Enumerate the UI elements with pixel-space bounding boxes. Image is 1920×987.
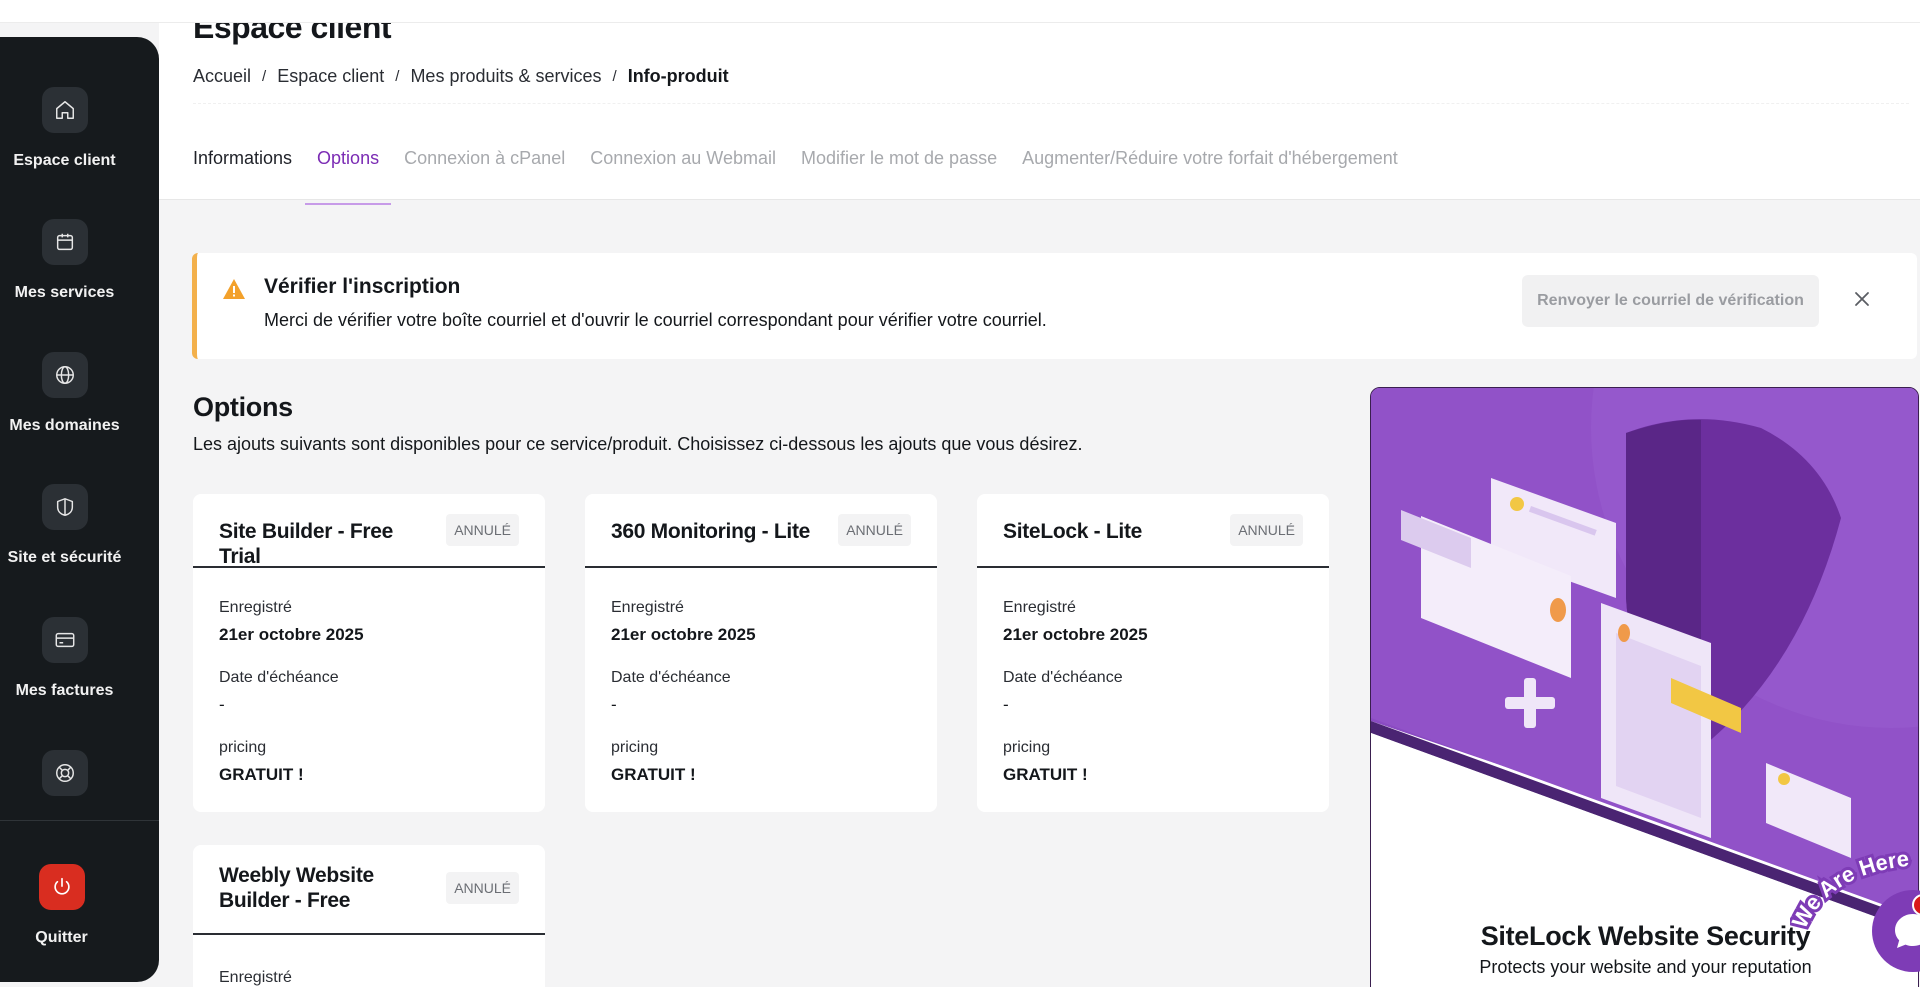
quit-label: Quitter	[35, 929, 88, 946]
addon-card: 360 Monitoring - Lite ANNULÉ Enregistré …	[585, 494, 937, 812]
sidebar-item-label: Espace client	[13, 152, 116, 169]
status-badge: ANNULÉ	[446, 872, 519, 904]
breadcrumb-separator: /	[612, 68, 617, 85]
home-icon	[41, 87, 88, 133]
due-label: Date d'échéance	[219, 669, 339, 686]
chat-icon	[1895, 914, 1920, 948]
resend-verification-button[interactable]: Renvoyer le courriel de vérification	[1522, 275, 1819, 327]
globe-icon	[41, 352, 88, 398]
sidebar-item-espace-client[interactable]: Espace client	[0, 87, 129, 170]
pricing-label: pricing	[611, 739, 659, 756]
sidebar-divider	[0, 820, 159, 821]
sidebar-item-mes-factures[interactable]: Mes factures	[0, 617, 129, 700]
pricing-value: GRATUIT !	[611, 765, 696, 784]
tab-informations[interactable]: Informations	[193, 148, 292, 205]
header-divider	[193, 103, 1909, 104]
due-value: -	[611, 695, 617, 714]
tab-bar: Informations Options Connexion à cPanel …	[193, 148, 1423, 205]
breadcrumb-produits-services[interactable]: Mes produits & services	[410, 66, 601, 87]
tab-upgrade-plan[interactable]: Augmenter/Réduire votre forfait d'héberg…	[1022, 148, 1398, 205]
tab-webmail[interactable]: Connexion au Webmail	[590, 148, 776, 205]
sidebar-item-label: Mes domaines	[9, 417, 120, 434]
sidebar-item-support[interactable]	[0, 750, 129, 815]
alert-title: Vérifier l'inscription	[264, 275, 461, 298]
pricing-value: GRATUIT !	[1003, 765, 1088, 784]
page-header: Espace client Accueil / Espace client / …	[159, 9, 1920, 205]
status-badge: ANNULÉ	[1230, 514, 1303, 546]
box-icon	[41, 219, 88, 265]
status-badge: ANNULÉ	[446, 514, 519, 546]
tab-options[interactable]: Options	[305, 148, 392, 205]
options-description: Les ajouts suivants sont disponibles pou…	[193, 434, 1083, 454]
warning-icon	[222, 278, 246, 305]
due-value: -	[219, 695, 225, 714]
pricing-label: pricing	[219, 739, 267, 756]
addon-name: Site Builder - Free Trial	[219, 520, 394, 568]
lifebuoy-icon	[41, 750, 88, 796]
credit-card-icon	[41, 617, 88, 663]
alert-message: Merci de vérifier votre boîte courriel e…	[264, 310, 1047, 330]
status-badge: ANNULÉ	[838, 514, 911, 546]
sidebar-item-mes-domaines[interactable]: Mes domaines	[0, 352, 129, 435]
addon-card: Weebly Website Builder - Free ANNULÉ Enr…	[193, 845, 545, 987]
close-icon[interactable]	[1853, 290, 1871, 313]
due-label: Date d'échéance	[1003, 669, 1123, 686]
tab-cpanel[interactable]: Connexion à cPanel	[404, 148, 565, 205]
sidebar-item-label: Mes services	[14, 284, 115, 301]
power-icon	[38, 864, 85, 910]
due-label: Date d'échéance	[611, 669, 731, 686]
registered-label: Enregistré	[1003, 599, 1076, 616]
due-value: -	[1003, 695, 1009, 714]
registered-value: 21er octobre 2025	[1003, 625, 1148, 644]
registered-label: Enregistré	[219, 599, 292, 616]
pricing-value: GRATUIT !	[219, 765, 304, 784]
shield-icon	[41, 484, 88, 530]
addon-name: Weebly Website Builder - Free	[219, 864, 374, 912]
addon-name: SiteLock - Lite	[1003, 520, 1143, 543]
options-title: Options	[193, 392, 293, 422]
verification-alert: Vérifier l'inscription Merci de vérifier…	[192, 253, 1917, 359]
top-bar	[0, 0, 1920, 23]
quit-button[interactable]: Quitter	[0, 864, 123, 947]
sidebar-item-mes-services[interactable]: Mes services	[0, 219, 129, 302]
registered-value: 21er octobre 2025	[219, 625, 364, 644]
breadcrumb-espace-client[interactable]: Espace client	[277, 66, 384, 87]
breadcrumb-current: Info-produit	[627, 66, 729, 86]
registered-label: Enregistré	[611, 599, 684, 616]
addon-name: 360 Monitoring - Lite	[611, 520, 811, 543]
pricing-label: pricing	[1003, 739, 1051, 756]
addon-card: SiteLock - Lite ANNULÉ Enregistré 21er o…	[977, 494, 1329, 812]
breadcrumb-accueil[interactable]: Accueil	[193, 66, 251, 87]
breadcrumb-separator: /	[395, 68, 400, 85]
sidebar: Espace client Mes services Mes domaines …	[0, 37, 159, 982]
breadcrumb-separator: /	[262, 68, 267, 85]
sidebar-item-label: Mes factures	[15, 682, 114, 699]
sidebar-item-site-securite[interactable]: Site et sécurité	[0, 484, 129, 567]
chat-widget[interactable]: We Are Here 1	[1790, 850, 1920, 987]
registered-value: 21er octobre 2025	[611, 625, 756, 644]
breadcrumb: Accueil / Espace client / Mes produits &…	[193, 66, 729, 87]
registered-label: Enregistré	[219, 969, 292, 986]
tab-change-password[interactable]: Modifier le mot de passe	[801, 148, 997, 205]
sidebar-item-label: Site et sécurité	[7, 549, 122, 566]
addon-card: Site Builder - Free Trial ANNULÉ Enregis…	[193, 494, 545, 812]
